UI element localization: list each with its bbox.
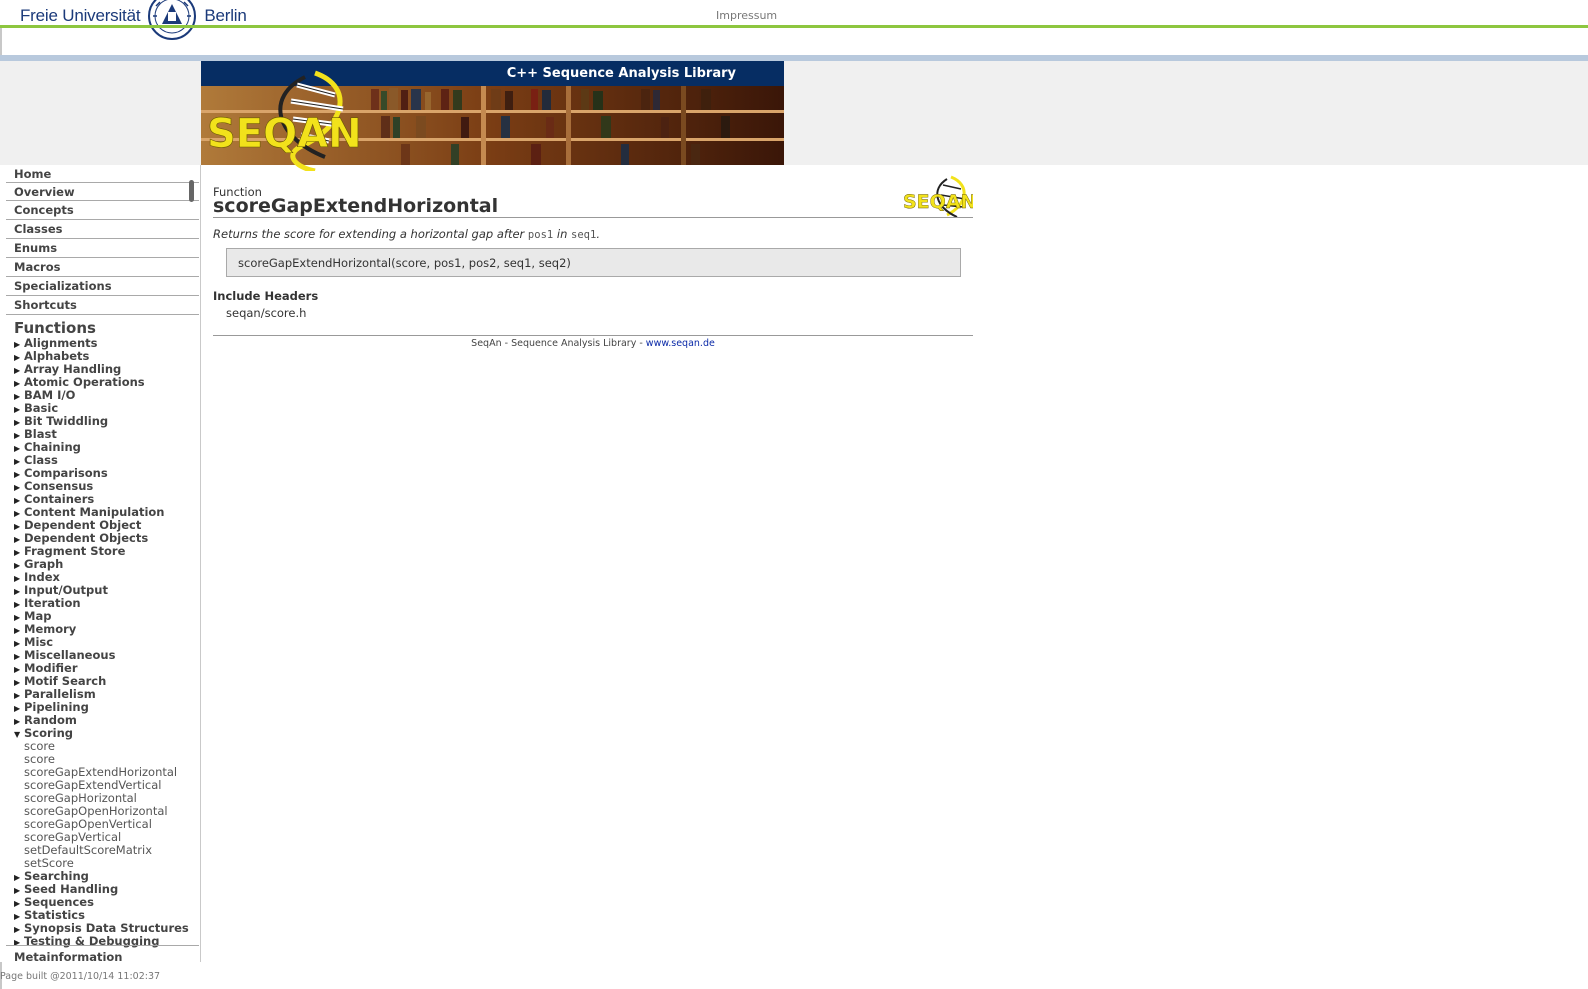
category-testing-debugging[interactable]: ▶ Testing & Debugging [14,935,199,948]
category-label: Pipelining [24,700,89,714]
sidebar: Home Overview Concepts Classes Enums Mac… [0,165,201,962]
function-summary: Returns the score for extending a horizo… [213,227,600,241]
nav-concepts[interactable]: Concepts [6,201,199,220]
category-label: Chaining [24,440,81,454]
seqan-small-logo-icon: SEQAN [903,175,973,218]
nav-metainformation[interactable]: Metainformation [14,950,122,962]
category-label: Graph [24,557,64,571]
function-category-list: ▶ Alignments ▶ Alphabets ▶ Array Handling ▶ Ato… [14,337,199,948]
university-seal-icon [148,0,197,40]
collapsed-triangle-icon[interactable]: ▶ [14,936,24,949]
category-label: Dependent Objects [24,531,149,545]
header-accent-line [0,25,1588,28]
category-label: Modifier [24,661,78,675]
expanded-triangle-icon[interactable]: ▼ [14,728,24,741]
category-label: Atomic Operations [24,375,145,389]
category-label: Synopsis Data Structures [24,921,189,935]
seqan-logo-text: SEQAN [207,111,362,157]
summary-prefix: Returns the score for extending a horizo… [213,227,528,241]
category-label: Comparisons [24,466,108,480]
category-label: Array Handling [24,362,122,376]
functions-heading: Functions [14,319,96,337]
category-label: Index [24,570,60,584]
category-label: Random [24,713,77,727]
category-label: Parallelism [24,687,96,701]
logo-text-left: Freie Universität [20,6,141,25]
category-label: Consensus [24,479,94,493]
category-label: BAM I/O [24,388,76,402]
sidebar-scrollbar[interactable] [189,180,194,202]
category-label: Alignments [24,336,98,350]
include-headers-heading: Include Headers [213,289,319,303]
category-label: Scoring [24,726,74,740]
nav-classes[interactable]: Classes [6,220,199,239]
category-label: Class [24,453,58,467]
impressum-link[interactable]: Impressum [716,9,777,22]
category-label: Misc [24,635,54,649]
category-label: Containers [24,492,95,506]
category-label: Statistics [24,908,85,922]
top-header: Freie Universität Berlin Impressum [0,0,1588,40]
function-signature: scoreGapExtendHorizontal(score, pos1, po… [226,248,961,277]
nav-specializations[interactable]: Specializations [6,277,199,296]
nav-overview[interactable]: Overview [6,183,199,201]
category-label: Searching [24,869,89,883]
nav-shortcuts[interactable]: Shortcuts [6,296,199,315]
nav-home[interactable]: Home [6,165,199,183]
category-label: Motif Search [24,674,107,688]
summary-suffix: . [596,227,600,241]
category-label: Blast [24,427,57,441]
summary-param-seq1: seq1 [571,229,597,241]
category-label: Bit Twiddling [24,414,109,428]
category-label: Iteration [24,596,81,610]
page-footer: SeqAn - Sequence Analysis Library - www.… [213,338,973,349]
nav-enums[interactable]: Enums [6,239,199,258]
category-label: Sequences [24,895,94,909]
include-file: seqan/score.h [226,306,307,320]
summary-mid: in [553,227,572,241]
category-label: Miscellaneous [24,648,116,662]
category-label: Map [24,609,52,623]
seqan-small-logo-text: SEQAN [903,191,973,213]
footer-text: SeqAn - Sequence Analysis Library - [471,338,646,349]
category-label: Memory [24,622,77,636]
category-label: Input/Output [24,583,108,597]
category-label: Dependent Object [24,518,142,532]
sidebar-divider [6,945,199,946]
footer-divider [213,335,973,336]
category-label: Seed Handling [24,882,119,896]
logo-text-right: Berlin [204,6,247,25]
category-label: Basic [24,401,59,415]
nav-macros[interactable]: Macros [6,258,199,277]
category-label: Alphabets [24,349,90,363]
seqan-banner: C++ Sequence Analysis Library SEQAN [201,61,784,171]
category-label: Fragment Store [24,544,126,558]
title-divider [213,217,973,218]
page-title: scoreGapExtendHorizontal [213,195,499,217]
seqan-logo-icon: SEQAN [207,70,362,171]
seqan-website-link[interactable]: www.seqan.de [646,338,715,349]
page-built-status: Page built @2011/10/14 11:02:37 [0,971,161,982]
summary-param-pos1: pos1 [527,229,554,241]
category-label: Content Manipulation [24,505,165,519]
